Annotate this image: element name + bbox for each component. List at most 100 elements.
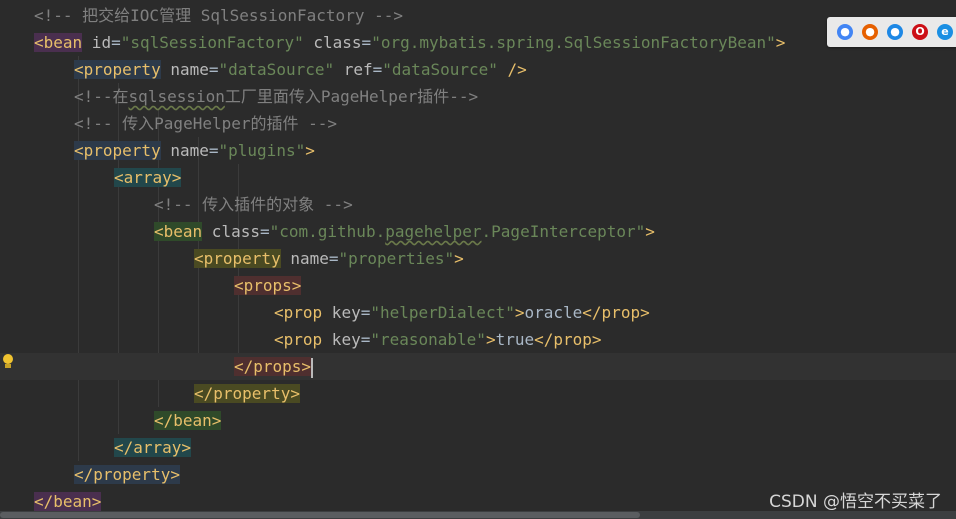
code-token: <property: [194, 249, 281, 268]
code-token: <property: [74, 60, 161, 79]
code-token: true: [495, 330, 535, 349]
code-line[interactable]: <!-- 把交给IOC管理 SqlSessionFactory -->: [0, 2, 956, 29]
code-token: <!-- 把交给IOC管理 SqlSessionFactory -->: [34, 6, 403, 25]
code-line[interactable]: <property name="dataSource" ref="dataSou…: [0, 56, 956, 83]
code-token: pagehelper: [385, 222, 482, 241]
opera-icon[interactable]: O: [912, 24, 928, 40]
code-token: <props>: [234, 276, 302, 295]
code-token: >: [775, 33, 786, 52]
code-token: "dataSource": [382, 60, 498, 79]
code-line[interactable]: <prop key="helperDialect">oracle</prop>: [0, 299, 956, 326]
code-token: <prop: [274, 303, 323, 322]
code-token: <!-- 传入插件的对象 -->: [154, 195, 353, 214]
scrollbar-thumb[interactable]: [0, 512, 640, 518]
code-line[interactable]: <!-- 传入PageHelper的插件 -->: [0, 110, 956, 137]
code-token: =: [208, 60, 219, 79]
code-line[interactable]: </props>: [0, 353, 956, 380]
code-token: ref: [334, 60, 373, 79]
code-token: =: [360, 303, 371, 322]
code-token: </bean>: [34, 492, 102, 511]
code-token: <!-- 传入PageHelper的插件 -->: [74, 114, 338, 133]
code-text: </bean>: [154, 407, 222, 434]
code-text: <property name="properties">: [194, 245, 464, 272]
code-token: =: [372, 60, 383, 79]
code-text: <array>: [114, 164, 182, 191]
code-token: =: [259, 222, 270, 241]
code-token: <bean: [34, 33, 83, 52]
code-token: id: [82, 33, 112, 52]
code-text: <prop key="reasonable">true</prop>: [274, 326, 602, 353]
code-text: <props>: [234, 272, 302, 299]
code-line[interactable]: <props>: [0, 272, 956, 299]
code-text: <!-- 传入插件的对象 -->: [154, 191, 353, 218]
code-token: >: [485, 330, 496, 349]
browser-preview-bar: ● ● ● Oe: [827, 17, 956, 47]
code-line[interactable]: </property>: [0, 461, 956, 488]
code-token: </props>: [234, 357, 312, 376]
code-token: class: [303, 33, 362, 52]
code-line[interactable]: <!--在sqlsession工厂里面传入PageHelper插件-->: [0, 83, 956, 110]
code-text: <!--在sqlsession工厂里面传入PageHelper插件-->: [74, 83, 478, 110]
code-token: <array>: [114, 168, 182, 187]
code-token: >: [454, 249, 464, 268]
code-text: <property name="dataSource" ref="dataSou…: [74, 56, 527, 83]
code-line[interactable]: <property name="properties">: [0, 245, 956, 272]
lightbulb-icon[interactable]: [2, 354, 14, 370]
code-text: </property>: [194, 380, 300, 407]
code-line[interactable]: </property>: [0, 380, 956, 407]
code-token: 工厂里面传入PageHelper插件-->: [224, 87, 479, 106]
code-line[interactable]: <array>: [0, 164, 956, 191]
code-line[interactable]: <property name="plugins">: [0, 137, 956, 164]
safari-icon[interactable]: ●: [887, 24, 903, 40]
code-token: name: [160, 141, 209, 160]
code-token: =: [328, 249, 339, 268]
watermark: CSDN @悟空不买菜了: [769, 492, 942, 512]
code-token: =: [360, 330, 371, 349]
code-text: </props>: [234, 353, 314, 380]
code-token: "sqlSessionFactory": [120, 33, 304, 52]
code-token: name: [280, 249, 329, 268]
code-token: <!--在: [74, 87, 129, 106]
firefox-icon[interactable]: ●: [862, 24, 878, 40]
code-token: =: [361, 33, 372, 52]
code-token: >: [645, 222, 655, 241]
code-token: <property: [74, 141, 161, 160]
code-text: <property name="plugins">: [74, 137, 315, 164]
code-text: <!-- 把交给IOC管理 SqlSessionFactory -->: [34, 2, 403, 29]
code-line[interactable]: <bean class="com.github.pagehelper.PageI…: [0, 218, 956, 245]
code-line[interactable]: </bean>: [0, 407, 956, 434]
code-token: =: [208, 141, 219, 160]
code-token: </array>: [114, 438, 192, 457]
code-text: </property>: [74, 461, 180, 488]
text-caret: [311, 357, 314, 378]
code-line[interactable]: <prop key="reasonable">true</prop>: [0, 326, 956, 353]
code-token: sqlsession: [128, 87, 225, 106]
code-token: "com.github.: [269, 222, 386, 241]
code-token: .PageInterceptor": [481, 222, 646, 241]
code-token: oracle: [524, 303, 583, 322]
code-token: key: [322, 303, 361, 322]
code-text: <prop key="helperDialect">oracle</prop>: [274, 299, 650, 326]
code-token: <prop: [274, 330, 323, 349]
code-line[interactable]: <bean id="sqlSessionFactory" class="org.…: [0, 29, 956, 56]
code-token: </property>: [194, 384, 300, 403]
edge-icon[interactable]: e: [937, 24, 953, 40]
code-token: </bean>: [154, 411, 222, 430]
code-token: key: [322, 330, 361, 349]
code-token: >: [305, 141, 315, 160]
horizontal-scrollbar[interactable]: [0, 511, 956, 519]
code-text: <bean id="sqlSessionFactory" class="org.…: [34, 29, 785, 56]
code-text: </array>: [114, 434, 192, 461]
code-token: "properties": [338, 249, 455, 268]
code-token: />: [497, 60, 527, 79]
code-line[interactable]: </array>: [0, 434, 956, 461]
code-token: </prop>: [582, 303, 650, 322]
code-token: </prop>: [534, 330, 602, 349]
code-token: class: [202, 222, 260, 241]
code-token: "plugins": [218, 141, 306, 160]
code-token: </property>: [74, 465, 180, 484]
code-line[interactable]: <!-- 传入插件的对象 -->: [0, 191, 956, 218]
code-token: =: [111, 33, 121, 52]
code-token: "reasonable": [370, 330, 486, 349]
chrome-icon[interactable]: ●: [837, 24, 853, 40]
